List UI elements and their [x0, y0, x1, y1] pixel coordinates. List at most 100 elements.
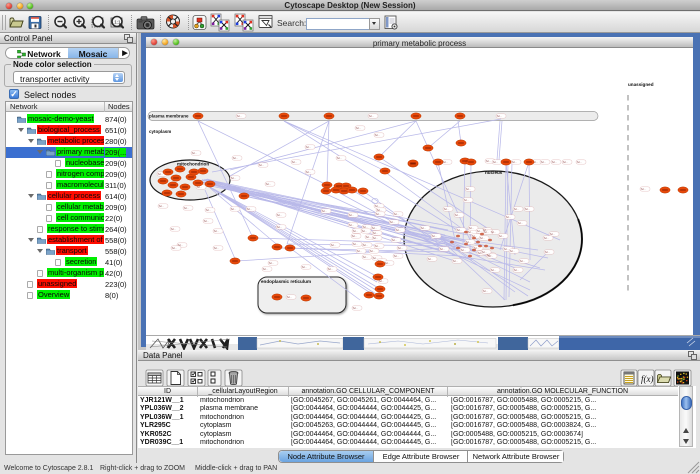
- svg-text:Sc..: Sc..: [421, 226, 426, 230]
- svg-text:Sc..: Sc..: [504, 247, 509, 251]
- svg-text:Sc..: Sc..: [263, 267, 268, 271]
- svg-text:Sc..: Sc..: [477, 229, 482, 233]
- svg-text:Sc..: Sc..: [306, 145, 311, 149]
- svg-text:Sc..: Sc..: [499, 234, 504, 238]
- svg-text:Sc..: Sc..: [493, 160, 498, 164]
- svg-text:Sc..: Sc..: [233, 156, 238, 160]
- svg-text:Sc..: Sc..: [178, 243, 183, 247]
- svg-text:Sc..: Sc..: [506, 215, 511, 219]
- svg-text:Sc..: Sc..: [373, 231, 378, 235]
- svg-text:Sc..: Sc..: [269, 261, 274, 265]
- svg-text:Sc..: Sc..: [390, 220, 395, 224]
- svg-text:Sc..: Sc..: [206, 208, 211, 212]
- svg-text:Sc..: Sc..: [231, 207, 236, 211]
- svg-text:Sc..: Sc..: [392, 238, 397, 242]
- svg-text:Sc..: Sc..: [469, 226, 474, 230]
- svg-text:Sc..: Sc..: [544, 236, 549, 240]
- svg-text:Sc..: Sc..: [545, 250, 550, 254]
- svg-text:Sc..: Sc..: [259, 163, 264, 167]
- svg-text:Sc..: Sc..: [237, 114, 242, 118]
- svg-text:Sc..: Sc..: [444, 207, 449, 211]
- svg-text:Sc..: Sc..: [428, 257, 433, 261]
- svg-text:Sc..: Sc..: [184, 206, 189, 210]
- svg-text:Sc..: Sc..: [488, 254, 493, 258]
- svg-text:Sc..: Sc..: [357, 249, 362, 253]
- svg-text:f(x): f(x): [641, 374, 654, 384]
- svg-text:Sc..: Sc..: [457, 228, 462, 232]
- svg-text:Sc..: Sc..: [331, 243, 336, 247]
- svg-text:mitochondrion: mitochondrion: [177, 162, 209, 167]
- svg-text:Sc..: Sc..: [484, 230, 489, 234]
- svg-text:Sc..: Sc..: [641, 187, 646, 191]
- svg-text:Sc..: Sc..: [541, 160, 546, 164]
- svg-text:Sc..: Sc..: [510, 249, 515, 253]
- svg-text:Sc..: Sc..: [353, 229, 358, 233]
- svg-text:Sc..: Sc..: [328, 267, 333, 271]
- svg-text:Sc..: Sc..: [514, 268, 519, 272]
- svg-text:nucleus: nucleus: [485, 170, 503, 175]
- svg-text:Sc..: Sc..: [385, 261, 390, 265]
- svg-text:unassigned: unassigned: [628, 82, 654, 87]
- svg-text:Sc..: Sc..: [577, 160, 582, 164]
- svg-text:1:1: 1:1: [114, 20, 121, 25]
- svg-text:Sc..: Sc..: [480, 236, 485, 240]
- svg-text:Sc..: Sc..: [349, 223, 354, 227]
- svg-text:Sc..: Sc..: [366, 235, 371, 239]
- svg-text:Sc..: Sc..: [192, 151, 197, 155]
- svg-text:Sc..: Sc..: [453, 259, 458, 263]
- svg-text:Sc..: Sc..: [443, 160, 448, 164]
- svg-text:Sc..: Sc..: [302, 265, 307, 269]
- svg-text:Sc..: Sc..: [550, 232, 555, 236]
- svg-text:Sc..: Sc..: [491, 268, 496, 272]
- svg-text:Sc..: Sc..: [482, 250, 487, 254]
- svg-text:Sc..: Sc..: [214, 246, 219, 250]
- svg-text:Sc..: Sc..: [483, 289, 488, 293]
- svg-text:Sc..: Sc..: [287, 295, 292, 299]
- svg-text:Sc..: Sc..: [394, 212, 399, 216]
- svg-text:Sc..: Sc..: [373, 236, 378, 240]
- svg-text:Sc..: Sc..: [363, 255, 368, 259]
- svg-text:Sc..: Sc..: [491, 230, 496, 234]
- svg-text:endoplasmic reticulum: endoplasmic reticulum: [261, 279, 311, 284]
- svg-text:Sc..: Sc..: [552, 160, 557, 164]
- svg-text:Sc..: Sc..: [486, 159, 491, 163]
- svg-text:Sc..: Sc..: [525, 207, 530, 211]
- svg-text:Sc..: Sc..: [461, 248, 466, 252]
- svg-text:Sc..: Sc..: [455, 213, 460, 217]
- svg-text:Sc..: Sc..: [375, 133, 380, 137]
- svg-text:Sc..: Sc..: [369, 114, 374, 118]
- svg-text:Sc..: Sc..: [464, 198, 469, 202]
- svg-text:Sc..: Sc..: [266, 182, 271, 186]
- svg-text:Sc..: Sc..: [520, 259, 525, 263]
- svg-text:Sc..: Sc..: [337, 156, 342, 160]
- svg-text:Sc..: Sc..: [514, 207, 519, 211]
- svg-text:Sc..: Sc..: [518, 221, 523, 225]
- svg-text:Sc..: Sc..: [247, 207, 252, 211]
- svg-text:Sc..: Sc..: [292, 160, 297, 164]
- svg-text:Sc..: Sc..: [563, 160, 568, 164]
- svg-text:plasma membrane: plasma membrane: [149, 114, 189, 119]
- svg-text:Sc..: Sc..: [353, 242, 358, 246]
- svg-text:Sc..: Sc..: [277, 225, 282, 229]
- svg-text:Sc..: Sc..: [362, 229, 367, 233]
- svg-text:Sc..: Sc..: [349, 213, 354, 217]
- svg-text:Sc..: Sc..: [231, 176, 236, 180]
- svg-text:Sc..: Sc..: [398, 246, 403, 250]
- svg-text:Sc..: Sc..: [372, 226, 377, 230]
- svg-text:Sc..: Sc..: [159, 204, 164, 208]
- svg-text:Sc..: Sc..: [363, 243, 368, 247]
- svg-text:Sc..: Sc..: [512, 160, 517, 164]
- svg-text:Sc..: Sc..: [171, 227, 176, 231]
- svg-text:Sc..: Sc..: [432, 234, 437, 238]
- svg-text:Sc..: Sc..: [322, 209, 327, 213]
- svg-text:Sc..: Sc..: [376, 212, 381, 216]
- svg-text:Sc..: Sc..: [394, 254, 399, 258]
- svg-text:Sc..: Sc..: [214, 229, 219, 233]
- svg-text:Sc..: Sc..: [306, 170, 311, 174]
- svg-text:Sc..: Sc..: [352, 234, 357, 238]
- svg-text:Sc..: Sc..: [440, 247, 445, 251]
- svg-text:Sc..: Sc..: [466, 187, 471, 191]
- svg-text:cytoplasm: cytoplasm: [149, 129, 171, 134]
- svg-text:Sc..: Sc..: [370, 249, 375, 253]
- svg-text:Sc..: Sc..: [204, 219, 209, 223]
